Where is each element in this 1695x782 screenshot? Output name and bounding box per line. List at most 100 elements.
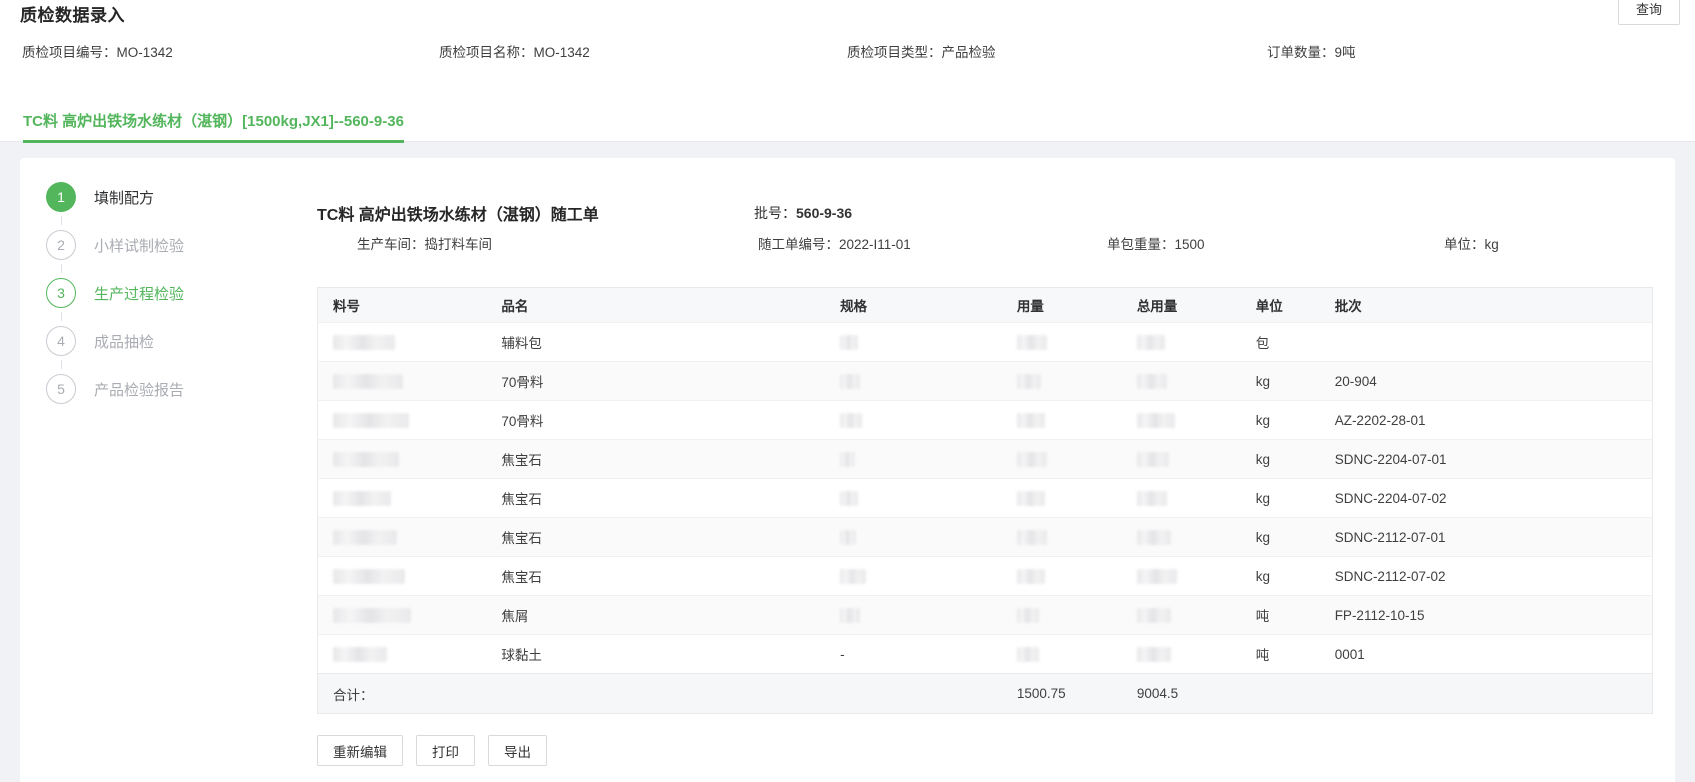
meta-value: kg	[1485, 237, 1499, 252]
tab-bar: TC料 高炉出铁场水练材（湛钢）[1500kg,JX1]--560-9-36	[23, 110, 404, 143]
table-row: 70骨料kgAZ-2202-28-01	[318, 401, 1653, 440]
table-row: 焦屑吨FP-2112-10-15	[318, 596, 1653, 635]
table-header-row: 料号 品名 规格 用量 总用量 单位 批次	[318, 288, 1653, 323]
redacted-blur-block	[840, 608, 860, 623]
redacted-blur-block	[1017, 452, 1047, 467]
work-order-header: TC料 高炉出铁场水练材（湛钢）随工单 批号：560-9-36	[317, 201, 1653, 223]
cell-redacted	[825, 323, 1002, 362]
cell-text: 焦宝石	[486, 440, 825, 479]
step-label: 生产过程检验	[94, 283, 184, 304]
cell-redacted	[318, 401, 487, 440]
redacted-blur-block	[840, 374, 860, 389]
step-finished-product-sampling[interactable]: 4 成品抽检	[46, 326, 317, 356]
cell-redacted	[1002, 518, 1122, 557]
cell-text: kg	[1241, 518, 1320, 557]
batch-number: 批号：560-9-36	[754, 203, 852, 223]
re-edit-button[interactable]: 重新编辑	[317, 735, 403, 766]
step-product-inspection-report[interactable]: 5 产品检验报告	[46, 374, 317, 404]
redacted-blur-block	[1017, 374, 1041, 389]
meta-value: 2022-I11-01	[839, 237, 911, 252]
redacted-blur-block	[840, 413, 862, 428]
redacted-blur-block	[1017, 413, 1045, 428]
table-row: 70骨料kg20-904	[318, 362, 1653, 401]
cell-text: SDNC-2204-07-01	[1320, 440, 1653, 479]
col-header-product-name: 品名	[486, 288, 825, 323]
redacted-blur-block	[1137, 647, 1171, 662]
project-info-row: 质检项目编号：MO-1342 质检项目名称：MO-1342 质检项目类型：产品检…	[0, 41, 1695, 61]
print-button[interactable]: 打印	[416, 735, 475, 766]
table-row: 焦宝石kgSDNC-2204-07-02	[318, 479, 1653, 518]
redacted-blur-block	[1017, 491, 1045, 506]
info-project-name: 质检项目名称：MO-1342	[439, 41, 590, 61]
page-background: 1 填制配方 2 小样试制检验 3 生产过程检验 4 成品抽检 5 产品检验报告	[0, 142, 1695, 782]
work-order-title: TC料 高炉出铁场水练材（湛钢）随工单	[317, 207, 599, 224]
ingredients-table-body: 辅料包包70骨料kg20-90470骨料kgAZ-2202-28-01焦宝石kg…	[318, 323, 1653, 674]
cell-redacted	[1122, 323, 1241, 362]
info-value: MO-1342	[117, 45, 173, 60]
step-number-badge: 3	[46, 278, 76, 308]
cell-text: 包	[1241, 323, 1320, 362]
redacted-blur-block	[333, 647, 387, 662]
cell-redacted	[1122, 557, 1241, 596]
redacted-blur-block	[1137, 335, 1165, 350]
redacted-blur-block	[1017, 608, 1039, 623]
cell-text: 70骨料	[486, 401, 825, 440]
meta-label: 单位：	[1444, 237, 1485, 252]
query-button[interactable]: 查询	[1618, 0, 1680, 25]
step-sample-trial-inspection[interactable]: 2 小样试制检验	[46, 230, 317, 260]
meta-value: 捣打料车间	[425, 237, 493, 252]
info-project-type: 质检项目类型：产品检验	[847, 41, 996, 61]
step-number-badge: 5	[46, 374, 76, 404]
meta-label: 随工单编号：	[758, 237, 839, 252]
ingredients-table: 料号 品名 规格 用量 总用量 单位 批次 辅料包包70骨料kg20-90470…	[317, 287, 1653, 714]
redacted-blur-block	[1017, 530, 1047, 545]
cell-redacted	[1122, 362, 1241, 401]
redacted-blur-block	[333, 413, 409, 428]
cell-redacted	[318, 557, 487, 596]
redacted-blur-block	[1017, 647, 1039, 662]
action-buttons-row: 重新编辑 打印 导出	[317, 735, 1653, 766]
cell-redacted	[1122, 479, 1241, 518]
redacted-blur-block	[333, 452, 399, 467]
step-production-process-inspection[interactable]: 3 生产过程检验	[46, 278, 317, 308]
total-total-usage-value: 9004.5	[1122, 674, 1241, 714]
cell-text: 焦宝石	[486, 518, 825, 557]
cell-text: 吨	[1241, 635, 1320, 674]
cell-redacted	[825, 596, 1002, 635]
col-header-batch: 批次	[1320, 288, 1653, 323]
info-value: 产品检验	[942, 45, 996, 60]
step-fill-recipe[interactable]: 1 填制配方	[46, 182, 317, 212]
redacted-blur-block	[1137, 608, 1171, 623]
cell-redacted	[318, 440, 487, 479]
meta-value: 1500	[1175, 237, 1205, 252]
process-stepper: 1 填制配方 2 小样试制检验 3 生产过程检验 4 成品抽检 5 产品检验报告	[46, 182, 317, 766]
redacted-blur-block	[333, 374, 403, 389]
step-label: 产品检验报告	[94, 379, 184, 400]
cell-redacted	[825, 362, 1002, 401]
info-label: 订单数量：	[1267, 45, 1335, 60]
table-row: 焦宝石kgSDNC-2204-07-01	[318, 440, 1653, 479]
tab-material-active[interactable]: TC料 高炉出铁场水练材（湛钢）[1500kg,JX1]--560-9-36	[23, 110, 404, 143]
export-button[interactable]: 导出	[488, 735, 547, 766]
cell-redacted	[1122, 401, 1241, 440]
meta-package-weight: 单包重量：1500	[1107, 233, 1205, 253]
work-order-meta-row: 生产车间：捣打料车间 随工单编号：2022-I11-01 单包重量：1500 单…	[317, 233, 1653, 251]
redacted-blur-block	[840, 335, 858, 350]
cell-redacted	[318, 635, 487, 674]
step-number-badge: 4	[46, 326, 76, 356]
table-row: 辅料包包	[318, 323, 1653, 362]
redacted-blur-block	[1017, 335, 1047, 350]
cell-text	[1320, 323, 1653, 362]
cell-text: kg	[1241, 479, 1320, 518]
cell-redacted	[1002, 557, 1122, 596]
info-label: 质检项目编号：	[22, 45, 117, 60]
redacted-blur-block	[333, 530, 397, 545]
redacted-blur-block	[333, 335, 395, 350]
redacted-blur-block	[1017, 569, 1045, 584]
cell-redacted	[1122, 635, 1241, 674]
cell-redacted	[318, 518, 487, 557]
cell-text: 0001	[1320, 635, 1653, 674]
redacted-blur-block	[840, 452, 855, 467]
col-header-total-usage: 总用量	[1122, 288, 1241, 323]
cell-text: kg	[1241, 401, 1320, 440]
